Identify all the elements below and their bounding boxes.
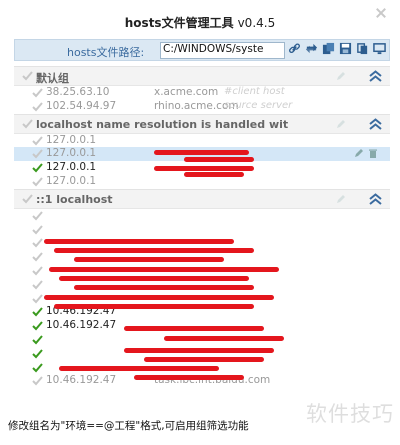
host-row[interactable]: 102.54.94.97 rhino.acme.com source server <box>14 100 390 114</box>
save-icon[interactable] <box>339 42 352 55</box>
group-header[interactable]: localhost name resolution is handled wit <box>14 113 390 134</box>
host-row[interactable]: 127.0.0.1 <box>14 134 390 148</box>
redaction-mark <box>184 172 244 177</box>
host-ip: 10.46.192.47 <box>46 319 117 332</box>
group-name: ::1 localhost <box>36 192 113 206</box>
redaction-mark <box>184 157 254 162</box>
redaction-mark <box>124 348 274 353</box>
host-ip: 127.0.0.1 <box>46 147 97 160</box>
app-version: v0.4.5 <box>237 16 276 30</box>
group-name: localhost name resolution is handled wit <box>36 117 289 131</box>
collapse-group-icon[interactable] <box>369 192 382 208</box>
redaction-mark <box>54 248 254 253</box>
host-comment: #client host <box>224 86 285 97</box>
link-icon[interactable] <box>288 42 301 55</box>
hosts-path-input[interactable]: C:/WINDOWS/syste <box>160 42 285 59</box>
host-ip: 127.0.0.1 <box>46 161 97 174</box>
hosts-manager-window: hosts文件管理工具 v0.4.5 hosts文件路径: C:/WINDOWS/… <box>0 0 400 445</box>
redaction-mark <box>124 326 264 331</box>
copy-icon[interactable] <box>356 42 369 55</box>
status-hint: 修改组名为"环境==@工程"格式,可启用组筛选功能 <box>8 420 249 432</box>
group-check-icon[interactable] <box>22 118 33 132</box>
hosts-list: 默认组 38.25.63.10 x.acme.com #client host 102.… <box>14 66 390 411</box>
refresh-icon[interactable] <box>305 42 318 55</box>
redaction-mark <box>49 267 279 272</box>
monitor-icon[interactable] <box>373 42 386 55</box>
host-row[interactable]: 127.0.0.1 <box>14 175 390 189</box>
host-ip: 127.0.0.1 <box>46 133 97 146</box>
group-name: 默认组 <box>36 72 69 85</box>
redaction-mark <box>59 366 219 371</box>
import-icon[interactable] <box>322 42 335 55</box>
redaction-mark <box>154 150 249 155</box>
host-ip: 10.46.192.47 <box>46 374 117 387</box>
host-row[interactable] <box>14 209 390 223</box>
host-row[interactable] <box>14 223 390 237</box>
redaction-mark <box>54 304 254 309</box>
redaction-mark <box>144 357 264 362</box>
group-check-icon[interactable] <box>22 194 33 207</box>
redaction-mark <box>154 166 254 171</box>
window-title: hosts文件管理工具 v0.4.5 <box>0 14 400 31</box>
redaction-mark <box>164 336 284 341</box>
collapse-group-icon[interactable] <box>369 70 382 85</box>
toolbar <box>288 42 386 55</box>
edit-group-icon[interactable] <box>335 119 346 133</box>
host-row[interactable]: 38.25.63.10 x.acme.com #client host <box>14 86 390 100</box>
watermark: 软件技巧 <box>306 402 394 426</box>
unchecked-icon[interactable] <box>32 376 43 389</box>
host-ip: 102.54.94.97 <box>46 99 117 112</box>
redaction-mark <box>74 257 224 262</box>
redaction-mark <box>59 276 249 281</box>
path-label: hosts文件路径: <box>67 46 145 59</box>
redaction-mark <box>74 285 254 290</box>
host-comment: source server <box>224 99 293 111</box>
edit-group-icon[interactable] <box>335 194 346 208</box>
group-header[interactable]: ::1 localhost <box>14 188 390 209</box>
host-ip: 38.25.63.10 <box>46 86 110 98</box>
group-header[interactable]: 默认组 <box>14 66 390 86</box>
host-name: x.acme.com <box>154 86 219 98</box>
collapse-group-icon[interactable] <box>369 117 382 133</box>
path-bar: hosts文件路径: C:/WINDOWS/syste <box>14 39 390 61</box>
redaction-mark <box>134 375 244 380</box>
redaction-mark <box>44 239 234 244</box>
group-check-icon[interactable] <box>22 71 33 84</box>
edit-group-icon[interactable] <box>335 71 346 85</box>
redaction-mark <box>44 295 274 300</box>
app-title: hosts文件管理工具 <box>124 16 234 30</box>
host-ip: 127.0.0.1 <box>46 174 97 187</box>
